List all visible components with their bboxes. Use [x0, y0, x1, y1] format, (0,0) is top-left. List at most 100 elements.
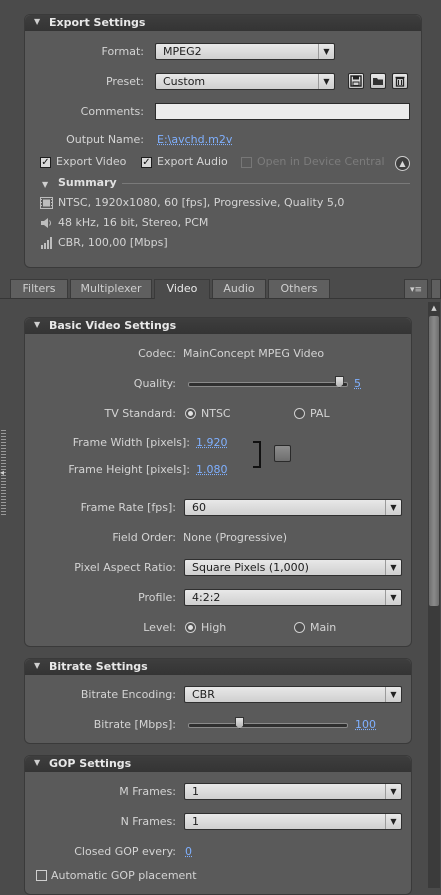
format-dropdown[interactable]: MPEG2 ▼	[155, 43, 335, 60]
bitrate-slider[interactable]	[188, 723, 348, 728]
export-video-checkbox[interactable]: ✓	[40, 157, 51, 168]
bitrate-title: Bitrate Settings	[49, 660, 148, 673]
frame-rate-value: 60	[192, 501, 206, 514]
export-settings-title: Export Settings	[49, 16, 145, 29]
level-high-label[interactable]: High	[201, 621, 226, 634]
summary-audio-text: 48 kHz, 16 bit, Stereo, PCM	[58, 216, 208, 229]
comments-input[interactable]	[155, 103, 410, 120]
vertical-scrollbar[interactable]: ▲	[428, 302, 440, 888]
export-audio-label[interactable]: Export Audio	[157, 155, 228, 168]
device-central-checkbox[interactable]	[241, 157, 252, 168]
chevron-up-icon: ▲	[399, 159, 405, 168]
basic-video-title: Basic Video Settings	[49, 319, 176, 332]
export-video-label[interactable]: Export Video	[56, 155, 126, 168]
import-preset-button[interactable]	[370, 73, 386, 89]
summary-triangle-icon[interactable]: ▼	[42, 180, 48, 189]
tv-pal-radio[interactable]	[294, 408, 305, 419]
chevron-down-icon: ▼	[385, 500, 401, 515]
chevron-down-icon: ▼	[385, 814, 401, 829]
field-order-label: Field Order:	[40, 531, 176, 544]
tab-video-label: Video	[167, 282, 198, 295]
export-settings-header[interactable]: ▼ Export Settings	[25, 15, 421, 31]
profile-label: Profile:	[40, 591, 176, 604]
tab-multiplexer-label: Multiplexer	[81, 282, 142, 295]
codec-value: MainConcept MPEG Video	[183, 347, 324, 360]
collapse-triangle-icon[interactable]: ▼	[34, 758, 40, 767]
codec-label: Codec:	[40, 347, 176, 360]
comments-label: Comments:	[40, 105, 144, 118]
m-frames-value: 1	[192, 785, 199, 798]
bitrate-encoding-dropdown[interactable]: CBR ▼	[184, 686, 402, 703]
tab-filters[interactable]: Filters	[10, 279, 68, 298]
speaker-icon	[40, 217, 53, 229]
n-frames-label: N Frames:	[40, 815, 176, 828]
tab-video[interactable]: Video	[154, 279, 210, 299]
par-value: Square Pixels (1,000)	[192, 561, 309, 574]
format-value: MPEG2	[163, 45, 202, 58]
chevron-down-icon: ▼	[318, 74, 334, 89]
device-central-label: Open in Device Central	[257, 155, 385, 168]
level-label: Level:	[40, 621, 176, 634]
save-preset-button[interactable]	[348, 73, 364, 89]
scroll-up-arrow-icon[interactable]: ▲	[428, 302, 440, 314]
summary-video-text: NTSC, 1920x1080, 60 [fps], Progressive, …	[58, 196, 344, 209]
collapse-triangle-icon[interactable]: ▼	[34, 320, 40, 329]
quality-slider[interactable]	[188, 382, 348, 387]
quality-value[interactable]: 5	[354, 377, 361, 390]
auto-gop-label[interactable]: Automatic GOP placement	[51, 869, 197, 882]
chevron-down-icon: ▼	[385, 560, 401, 575]
summary-title: Summary	[58, 176, 117, 189]
scrollbar-thumb[interactable]	[429, 316, 439, 606]
basic-video-header[interactable]: ▼ Basic Video Settings	[25, 318, 411, 334]
panel-edge-tab	[431, 279, 441, 298]
bitrate-bars-icon	[40, 237, 53, 249]
frame-width-label: Frame Width [pixels]:	[40, 436, 190, 449]
film-icon	[40, 197, 53, 209]
bitrate-value[interactable]: 100	[355, 718, 376, 731]
level-main-radio[interactable]	[294, 622, 305, 633]
output-name-label: Output Name:	[40, 133, 144, 146]
preset-dropdown[interactable]: Custom ▼	[155, 73, 335, 90]
collapse-triangle-icon[interactable]: ▼	[34, 661, 40, 670]
frame-rate-label: Frame Rate [fps]:	[40, 501, 176, 514]
profile-dropdown[interactable]: 4:2:2 ▼	[184, 589, 402, 606]
frame-height-value[interactable]: 1.080	[196, 463, 228, 476]
constrain-proportions-checkbox[interactable]	[274, 445, 291, 462]
level-high-radio[interactable]	[185, 622, 196, 633]
closed-gop-value[interactable]: 0	[185, 845, 192, 858]
panel-menu-icon: ▾≡	[410, 285, 422, 295]
tv-pal-label[interactable]: PAL	[310, 407, 330, 420]
n-frames-value: 1	[192, 815, 199, 828]
m-frames-dropdown[interactable]: 1 ▼	[184, 783, 402, 800]
delete-preset-button[interactable]	[392, 73, 408, 89]
collapse-left-icon[interactable]: ◂	[0, 468, 4, 477]
output-name-link[interactable]: E:\avchd.m2v	[157, 133, 232, 146]
link-dimensions-bracket	[253, 441, 261, 468]
bitrate-header[interactable]: ▼ Bitrate Settings	[25, 659, 411, 675]
auto-gop-checkbox[interactable]	[36, 870, 47, 881]
preset-label: Preset:	[40, 75, 144, 88]
summary-bitrate-text: CBR, 100,00 [Mbps]	[58, 236, 168, 249]
gop-header[interactable]: ▼ GOP Settings	[25, 756, 411, 772]
level-main-label[interactable]: Main	[310, 621, 336, 634]
preset-value: Custom	[163, 75, 205, 88]
frame-rate-dropdown[interactable]: 60 ▼	[184, 499, 402, 516]
tab-filters-label: Filters	[23, 282, 56, 295]
tv-ntsc-label[interactable]: NTSC	[201, 407, 231, 420]
quality-label: Quality:	[40, 377, 176, 390]
export-audio-checkbox[interactable]: ✓	[141, 157, 152, 168]
par-dropdown[interactable]: Square Pixels (1,000) ▼	[184, 559, 402, 576]
tv-standard-label: TV Standard:	[40, 407, 176, 420]
collapse-up-button[interactable]: ▲	[395, 156, 410, 171]
trash-icon	[393, 74, 407, 88]
chevron-down-icon: ▼	[318, 44, 334, 59]
collapse-triangle-icon[interactable]: ▼	[34, 17, 40, 26]
frame-width-value[interactable]: 1.920	[196, 436, 228, 449]
tab-multiplexer[interactable]: Multiplexer	[70, 279, 152, 298]
tab-audio[interactable]: Audio	[212, 279, 266, 298]
n-frames-dropdown[interactable]: 1 ▼	[184, 813, 402, 830]
panel-menu-button[interactable]: ▾≡	[404, 279, 428, 298]
closed-gop-label: Closed GOP every:	[40, 845, 176, 858]
tv-ntsc-radio[interactable]	[185, 408, 196, 419]
tab-others[interactable]: Others	[268, 279, 330, 298]
